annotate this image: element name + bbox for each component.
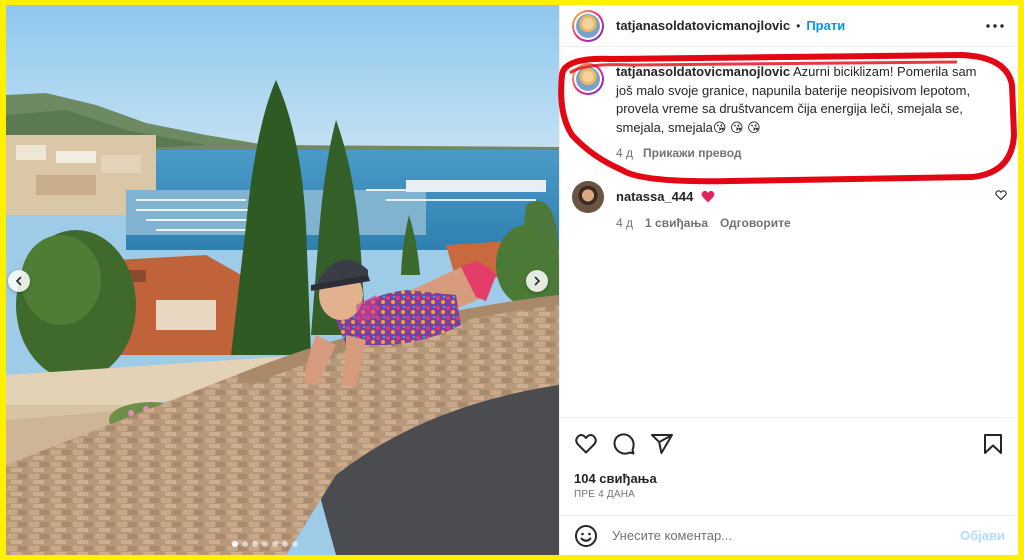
red-heart-emoji-icon [701,190,715,203]
carousel-indicator [232,541,298,547]
author-username[interactable]: tatjanasoldatovicmanojlovic [616,18,790,33]
emoji-icon[interactable] [574,524,598,548]
carousel-dot [292,541,298,547]
carousel-dot [252,541,258,547]
post-side-panel: tatjanasoldatovicmanojlovic • Прати tatj… [558,5,1018,555]
comment-like-heart-icon[interactable] [995,189,1007,201]
comment-icon[interactable] [612,432,636,456]
post-dialog: tatjanasoldatovicmanojlovic • Прати tatj… [6,5,1018,555]
caption-text: tatjanasoldatovicmanojlovic Azurni bicik… [616,63,986,137]
carousel-dot [232,541,238,547]
comment-meta: 4 д 1 свиђања Одговорите [616,216,791,230]
carousel-dot [282,541,288,547]
chevron-left-icon [15,276,22,286]
comment-input[interactable] [612,528,961,543]
post-photo[interactable] [6,5,559,555]
author-avatar[interactable] [572,9,604,42]
bookmark-icon[interactable] [981,432,1005,456]
likes-count[interactable]: 104 свиђања [574,471,657,486]
post-comment-button[interactable]: Објави [960,528,1005,543]
comment-body: natassa_444 4 д 1 свиђања Одговорите [616,181,791,230]
carousel-dot [262,541,268,547]
see-translation-button[interactable]: Прикажи превод [643,146,742,160]
previous-slide-button[interactable] [8,270,30,292]
caption-age: 4 д [616,146,634,160]
carousel-dot [272,541,278,547]
comment-age: 4 д [616,216,634,230]
next-slide-button[interactable] [526,270,548,292]
header-separator: • [796,18,801,33]
post-caption: tatjanasoldatovicmanojlovic Azurni bicik… [572,63,992,137]
comment-composer: Објави [560,515,1018,555]
caption-meta: 4 д Прикажи превод [616,146,742,160]
commenter-avatar[interactable] [572,181,604,213]
carousel-dot [242,541,248,547]
follow-button[interactable]: Прати [806,18,845,33]
comment-item: natassa_444 4 д 1 свиђања Одговорите [572,181,1007,230]
post-time[interactable]: ПРЕ 4 ДАНА [574,489,635,500]
share-icon[interactable] [650,432,674,456]
post-actions [560,417,1018,456]
caption-author-avatar[interactable] [572,63,604,95]
more-options-icon[interactable] [984,15,1006,37]
commenter-username[interactable]: natassa_444 [616,189,693,204]
reply-button[interactable]: Одговорите [720,216,791,230]
heart-icon[interactable] [574,432,598,456]
caption-author-username[interactable]: tatjanasoldatovicmanojlovic [616,64,790,79]
chevron-right-icon [534,276,541,286]
photo-scene [6,5,559,555]
post-header: tatjanasoldatovicmanojlovic • Прати [560,5,1018,47]
comment-likes[interactable]: 1 свиђања [645,216,708,230]
